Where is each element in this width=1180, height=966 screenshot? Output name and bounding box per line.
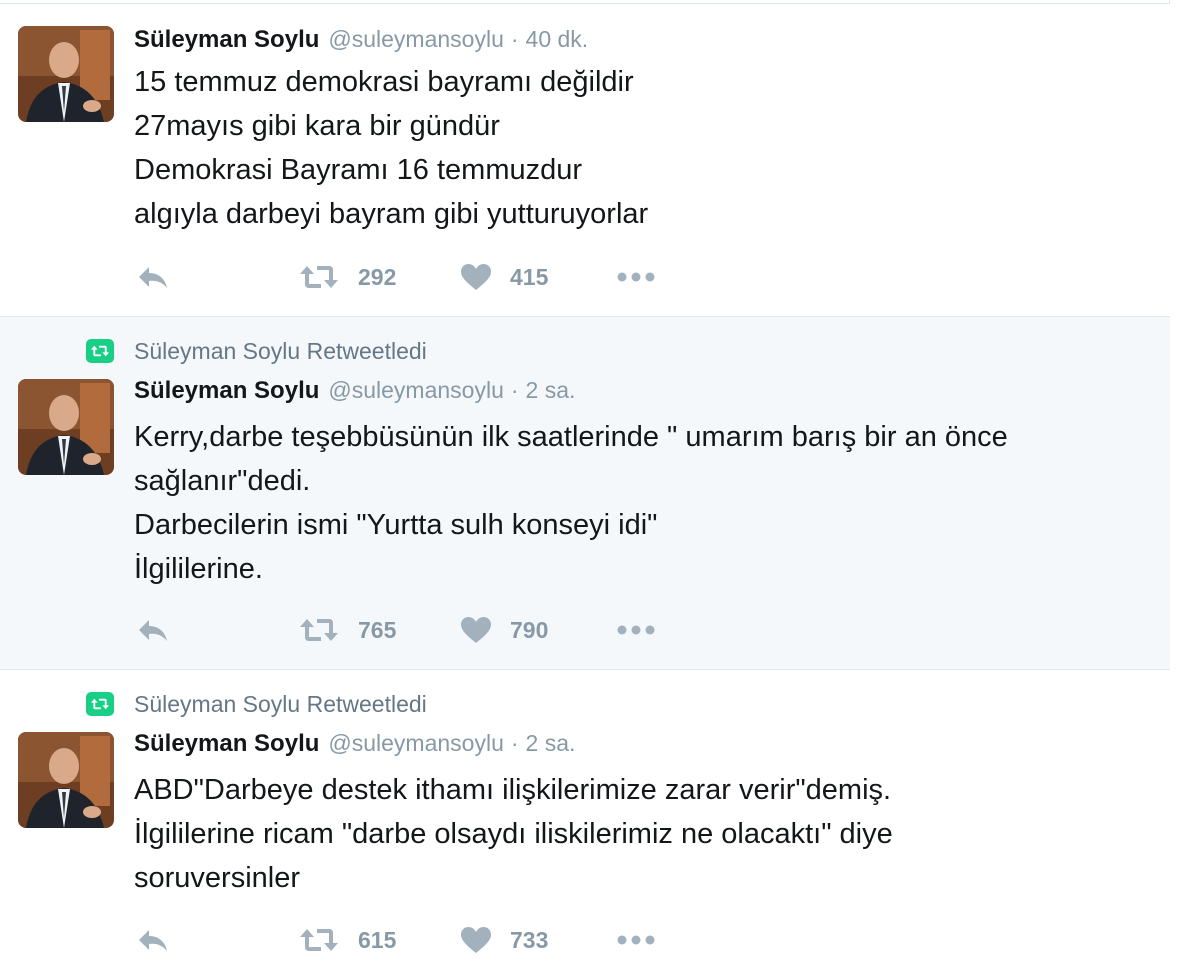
meta-separator: ·	[510, 26, 519, 52]
retweet-badge-icon	[86, 692, 114, 716]
author-name[interactable]: Süleyman Soylu	[134, 377, 319, 405]
like-button[interactable]: 415	[460, 262, 548, 292]
more-button[interactable]	[616, 262, 656, 292]
like-button[interactable]: 790	[460, 615, 548, 645]
reply-button[interactable]	[136, 262, 170, 292]
retweet-count: 765	[358, 616, 397, 643]
retweet-count: 292	[358, 263, 397, 290]
retweet-context-label[interactable]: Süleyman Soylu Retweetledi	[134, 338, 427, 365]
like-count: 790	[510, 616, 549, 643]
tweet-text-line: 15 temmuz demokrasi bayramı değildir	[134, 66, 634, 98]
tweet-text: ABD"Darbeye destek ithamı ilişkilerimize…	[134, 768, 1144, 900]
tweet-text-line: 27mayıs gibi kara bir gündür	[134, 110, 500, 142]
more-button[interactable]	[616, 615, 656, 645]
reply-icon	[139, 930, 167, 951]
like-button[interactable]: 733	[460, 925, 548, 955]
tweet-timestamp[interactable]: 2 sa.	[526, 377, 576, 404]
tweet-text-line: sağlanır"dedi.	[134, 465, 311, 497]
retweet-icon	[300, 929, 338, 951]
tweet-text-line: Demokrasi Bayramı 16 temmuzdur	[134, 154, 583, 186]
retweet-context: Süleyman Soylu Retweetledi	[86, 691, 427, 718]
more-dots-icon	[617, 272, 655, 282]
like-count: 415	[510, 263, 549, 290]
retweet-context-label[interactable]: Süleyman Soylu Retweetledi	[134, 691, 427, 718]
tweet-text-line: soruversinler	[134, 862, 300, 894]
retweet-icon	[300, 619, 338, 641]
heart-icon	[461, 264, 491, 290]
tweet-actions: 615 733	[136, 925, 696, 955]
tweet-text-line: algıyla darbeyi bayram gibi yutturuyorla…	[134, 198, 649, 230]
author-handle[interactable]: @suleymansoylu	[328, 377, 503, 404]
more-button[interactable]	[616, 925, 656, 955]
meta-separator: ·	[510, 377, 519, 403]
retweet-icon	[300, 266, 338, 288]
tweet-timestamp[interactable]: 2 sa.	[526, 730, 576, 757]
tweet-text-line: ABD"Darbeye destek ithamı ilişkilerimize…	[134, 774, 892, 806]
tweet-text: Kerry,darbe teşebbüsünün ilk saatlerinde…	[134, 415, 1144, 591]
tweet-header: Süleyman Soylu @suleymansoylu · 2 sa.	[134, 377, 575, 411]
avatar[interactable]	[18, 379, 114, 475]
author-name[interactable]: Süleyman Soylu	[134, 730, 319, 758]
reply-icon	[139, 620, 167, 641]
tweet-actions: 292 415	[136, 262, 696, 292]
retweet-button[interactable]: 292	[298, 262, 396, 292]
author-handle[interactable]: @suleymansoylu	[328, 730, 503, 757]
avatar[interactable]	[18, 732, 114, 828]
more-dots-icon	[617, 935, 655, 945]
tweet-text-line: Kerry,darbe teşebbüsünün ilk saatlerinde…	[134, 421, 1008, 453]
retweet-button[interactable]: 615	[298, 925, 396, 955]
author-name[interactable]: Süleyman Soylu	[134, 26, 319, 54]
heart-icon	[461, 617, 491, 643]
tweet[interactable]: Süleyman Soylu @suleymansoylu · 40 dk. 1…	[0, 4, 1170, 317]
more-dots-icon	[617, 625, 655, 635]
tweet[interactable]: Süleyman Soylu Retweetledi Süleyman Soyl…	[0, 670, 1170, 966]
meta-separator: ·	[510, 730, 519, 756]
retweet-button[interactable]: 765	[298, 615, 396, 645]
avatar[interactable]	[18, 26, 114, 122]
reply-button[interactable]	[136, 615, 170, 645]
reply-icon	[139, 267, 167, 288]
tweet-header: Süleyman Soylu @suleymansoylu · 2 sa.	[134, 730, 575, 764]
like-count: 733	[510, 926, 549, 953]
tweet-header: Süleyman Soylu @suleymansoylu · 40 dk.	[134, 26, 588, 60]
retweet-count: 615	[358, 926, 397, 953]
tweet[interactable]: Süleyman Soylu Retweetledi Süleyman Soyl…	[0, 317, 1170, 670]
tweet-text-line: İlgililerine.	[134, 553, 263, 585]
timeline: Süleyman Soylu @suleymansoylu · 40 dk. 1…	[0, 0, 1170, 966]
reply-button[interactable]	[136, 925, 170, 955]
tweet-text-line: Darbecilerin ismi "Yurtta sulh konseyi i…	[134, 509, 658, 541]
tweet-text: 15 temmuz demokrasi bayramı değildir 27m…	[134, 60, 1144, 236]
retweet-badge-icon	[86, 339, 114, 363]
author-handle[interactable]: @suleymansoylu	[328, 26, 503, 53]
heart-icon	[461, 927, 491, 953]
tweet-text-line: İlgililerine ricam "darbe olsaydı iliski…	[134, 818, 893, 850]
tweet-actions: 765 790	[136, 615, 696, 645]
tweet-timestamp[interactable]: 40 dk.	[526, 26, 589, 53]
retweet-context: Süleyman Soylu Retweetledi	[86, 338, 427, 365]
